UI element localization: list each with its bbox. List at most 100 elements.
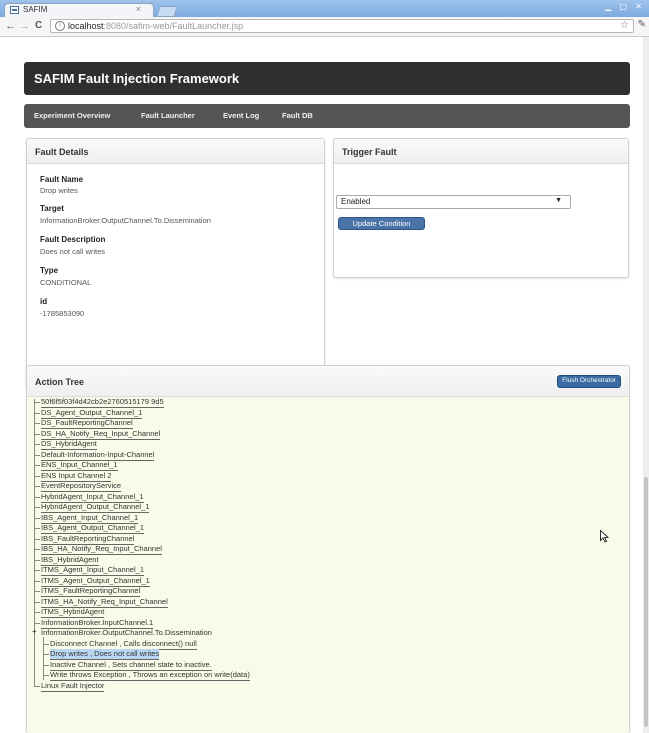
tree-child-item[interactable]: Write throws Exception , Throws an excep… (32, 668, 612, 681)
tree-item-label[interactable]: InformationBroker.InputChannel.1 (41, 618, 154, 629)
tree-item[interactable]: IBS_FaultReportingChannel (32, 531, 612, 545)
tree-item[interactable]: ITMS_FaultReportingChannel (32, 584, 612, 597)
page-scrollbar[interactable] (643, 37, 649, 733)
tree-item-label[interactable]: IBS_HybridAgent (41, 555, 99, 566)
tree-item-label[interactable]: ENS_Input_Channel_1 (41, 460, 118, 471)
reload-icon[interactable]: C (35, 19, 42, 33)
address-bar[interactable]: i localhost:8080/safim-web/FaultLauncher… (50, 19, 634, 33)
tab-close-icon[interactable]: × (136, 4, 141, 14)
tree-item-label[interactable]: Default-Information-Input-Channel (41, 450, 155, 461)
tree-item-label[interactable]: Disconnect Channel , Calls disconnect() … (50, 639, 197, 650)
browser-tab[interactable]: SAFIM × (4, 3, 154, 17)
tree-item-label[interactable]: InformationBroker.OutputChannel.To.Disse… (41, 628, 212, 638)
tree-item[interactable]: ITMS_Agent_Output_Channel_1 (32, 573, 612, 587)
tree-connector (34, 475, 40, 477)
tree-child-item[interactable]: Drop writes , Does not call writes (32, 647, 612, 660)
tree-item-label[interactable]: DS_Agent_Output_Channel_1 (41, 408, 143, 419)
type-value: CONDITIONAL (40, 278, 92, 287)
tree-item[interactable]: DS_Agent_Output_Channel_1 (32, 405, 612, 419)
tree-item[interactable]: IBS_Agent_Output_Channel_1 (32, 521, 612, 534)
new-tab-button[interactable] (156, 6, 178, 17)
tree-item-label[interactable]: ITMS_HA_Notify_Req_Input_Channel (41, 597, 168, 608)
tree-item[interactable]: HybridAgent_Input_Channel_1 (32, 489, 612, 503)
tree-item[interactable]: DS_HybridAgent (32, 437, 612, 450)
tree-item-label[interactable]: Write throws Exception , Throws an excep… (50, 670, 250, 681)
tree-item-label[interactable]: HybridAgent_Input_Channel_1 (41, 492, 144, 503)
tree-item-label[interactable]: ENS Input Channel 2 (41, 471, 112, 482)
tree-item[interactable]: ITMS_Agent_Input_Channel_1 (32, 563, 612, 576)
tree-item-label[interactable]: 50f6f5f03f4d42cb2e2760515179 9d5 (41, 397, 164, 408)
tree-item[interactable]: HybridAgent_Output_Channel_1 (32, 500, 612, 513)
tree-item[interactable]: Default-Information-Input-Channel (32, 447, 612, 461)
tree-item-label[interactable]: ITMS_Agent_Output_Channel_1 (41, 576, 150, 587)
tab-title: SAFIM (23, 5, 48, 14)
tree-connector (34, 622, 40, 624)
tree-item-label[interactable]: Drop writes , Does not call writes (50, 649, 160, 660)
condition-select[interactable]: Enabled ▼ (336, 195, 571, 209)
tree-connector (34, 433, 40, 435)
url-path: :8080/safim-web/FaultLauncher.jsp (103, 21, 244, 31)
tree-connector (34, 465, 40, 466)
wrench-icon[interactable]: ✎ (638, 19, 646, 30)
expand-toggle-icon[interactable]: + (32, 627, 37, 636)
tree-item-label[interactable]: HybridAgent_Output_Channel_1 (41, 502, 150, 513)
tree-item-label[interactable]: Inactive Channel , Sets channel state to… (50, 660, 212, 671)
forward-icon[interactable]: → (19, 19, 30, 33)
app-nav: Experiment Overview Fault Launcher Event… (24, 104, 630, 128)
nav-fault-launcher[interactable]: Fault Launcher (141, 111, 195, 120)
tree-item[interactable]: 50f6f5f03f4d42cb2e2760515179 9d5 (32, 397, 612, 408)
tree-connector (34, 444, 40, 445)
scrollbar-thumb[interactable] (644, 477, 648, 727)
browser-tab-strip: SAFIM × ▁ ▢ ✕ (0, 0, 649, 17)
back-icon[interactable]: ← (5, 19, 16, 33)
chevron-down-icon: ▼ (555, 197, 562, 204)
tree-item[interactable]: ENS Input Channel 2 (32, 468, 612, 482)
tree-item[interactable]: IBS_Agent_Input_Channel_1 (32, 510, 612, 524)
tree-connector (34, 412, 40, 414)
tree-connector (34, 496, 40, 498)
tree-item-label[interactable]: IBS_HA_Notify_Req_Input_Channel (41, 544, 162, 555)
tree-item-label[interactable]: Linux Fault Injector (41, 681, 105, 692)
tree-item[interactable]: Linux Fault Injector (32, 678, 612, 692)
nav-fault-db[interactable]: Fault DB (282, 111, 313, 120)
tree-child-item[interactable]: Inactive Channel , Sets channel state to… (32, 657, 612, 671)
tree-connector (43, 664, 49, 666)
tree-item[interactable]: IBS_HybridAgent (32, 552, 612, 566)
app-title: SAFIM Fault Injection Framework (34, 71, 240, 86)
tree-connector (34, 507, 40, 508)
app-header: SAFIM Fault Injection Framework (24, 62, 630, 95)
nav-experiment-overview[interactable]: Experiment Overview (34, 111, 110, 120)
tree-connector (34, 486, 40, 487)
tree-item-label[interactable]: DS_HA_Notify_Req_Input_Channel (41, 429, 161, 440)
fault-details-panel: Fault Details Fault Name Drop writes Tar… (26, 138, 325, 389)
window-controls[interactable]: ▁ ▢ ✕ (605, 2, 645, 11)
action-tree-list: 50f6f5f03f4d42cb2e2760515179 9d5 DS_Agent… (32, 397, 612, 692)
tree-child-item[interactable]: Disconnect Channel , Calls disconnect() … (32, 636, 612, 650)
tree-item-label[interactable]: ITMS_FaultReportingChannel (41, 586, 141, 597)
tree-item-label[interactable]: ITMS_Agent_Input_Channel_1 (41, 565, 144, 576)
tree-item[interactable]: EventRepositoryService (32, 479, 612, 492)
bookmark-star-icon[interactable]: ☆ (620, 20, 629, 31)
tree-item[interactable]: DS_HA_Notify_Req_Input_Channel (32, 426, 612, 440)
tree-item-label[interactable]: IBS_Agent_Output_Channel_1 (41, 523, 144, 534)
tree-item[interactable]: InformationBroker.InputChannel.1 (32, 615, 612, 629)
tree-item-label[interactable]: ITMS_HybridAgent (41, 607, 105, 618)
tree-item-label[interactable]: DS_HybridAgent (41, 439, 97, 450)
tree-item[interactable]: + InformationBroker.OutputChannel.To.Diss… (32, 626, 612, 639)
tree-item-label[interactable]: IBS_FaultReportingChannel (41, 534, 135, 545)
tree-item[interactable]: IBS_HA_Notify_Req_Input_Channel (32, 542, 612, 555)
tree-item[interactable]: ITMS_HA_Notify_Req_Input_Channel (32, 594, 612, 608)
tree-connector (34, 591, 40, 592)
tree-item-label[interactable]: EventRepositoryService (41, 481, 122, 492)
tree-item[interactable]: ITMS_HybridAgent (32, 605, 612, 618)
nav-event-log[interactable]: Event Log (223, 111, 259, 120)
tree-item[interactable]: ENS_Input_Channel_1 (32, 458, 612, 471)
info-icon[interactable]: i (55, 21, 65, 31)
fault-description-value: Does not call writes (40, 247, 106, 256)
update-condition-button[interactable]: Update Condition (338, 217, 425, 230)
flush-orchestrator-button[interactable]: Flush Orchestrator (557, 375, 621, 388)
tree-connector (34, 423, 40, 424)
tree-item-label[interactable]: IBS_Agent_Input_Channel_1 (41, 513, 139, 524)
tree-item[interactable]: DS_FaultReportingChannel (32, 416, 612, 429)
tree-item-label[interactable]: DS_FaultReportingChannel (41, 418, 133, 429)
